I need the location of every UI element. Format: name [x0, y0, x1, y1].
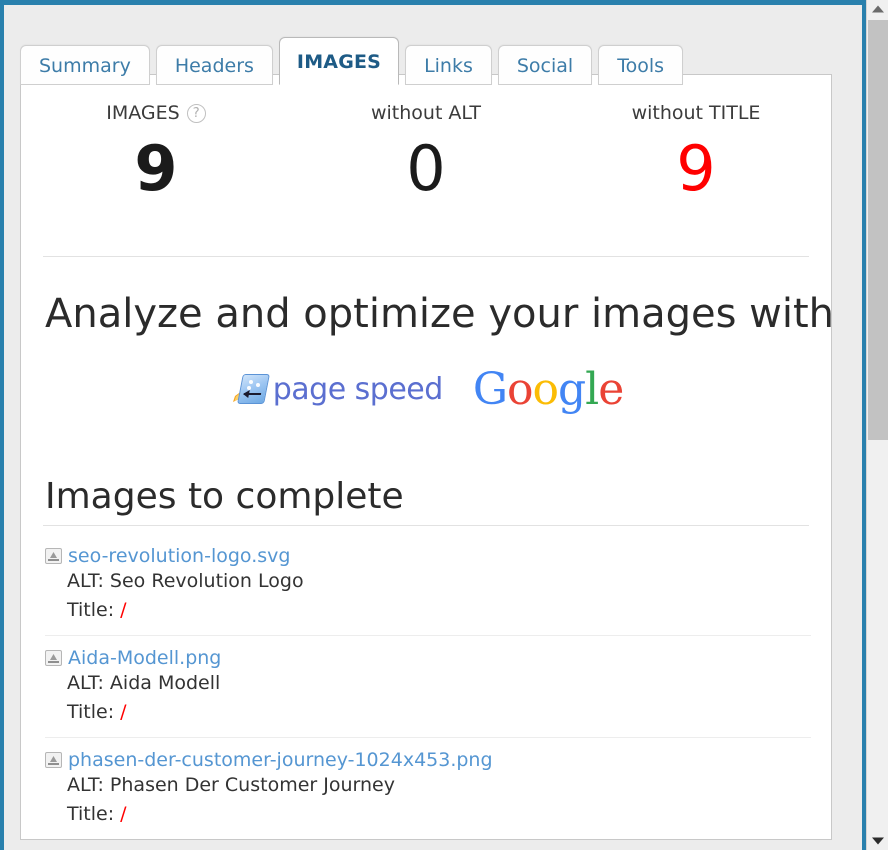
tab-tools-label: Tools — [617, 55, 665, 77]
promo-logos: page speed Google — [45, 367, 811, 413]
image-title-label: Title: — [67, 803, 115, 825]
stat-without-title-value: 9 — [676, 132, 716, 205]
triangle-up-icon — [871, 5, 884, 13]
google-letter-g1: G — [472, 364, 508, 415]
pagespeed-icon — [232, 373, 270, 407]
tab-social[interactable]: Social — [497, 45, 593, 85]
google-letter-e: e — [598, 364, 624, 415]
tab-headers[interactable]: Headers — [155, 45, 273, 85]
list-item: seo-revolution-logo.svg ALT: Seo Revolut… — [45, 534, 811, 636]
google-letter-o2: o — [532, 364, 558, 415]
image-title-label: Title: — [67, 701, 115, 723]
stat-images-label-wrap: IMAGES ? — [106, 101, 206, 125]
stat-without-alt: without ALT 0 — [291, 101, 561, 201]
image-file-link[interactable]: phasen-der-customer-journey-1024x453.png — [68, 749, 493, 771]
image-title-value: / — [120, 803, 127, 825]
stat-images-value: 9 — [134, 132, 178, 205]
stats-row: IMAGES ? 9 without ALT 0 without TITLE 9 — [21, 101, 831, 201]
images-tab-panel: IMAGES ? 9 without ALT 0 without TITLE 9… — [20, 74, 832, 840]
list-divider — [43, 525, 809, 526]
stat-without-title-label-wrap: without TITLE — [632, 101, 761, 125]
scroll-down-button[interactable] — [867, 832, 888, 850]
promo-heading: Analyze and optimize your images with — [45, 291, 832, 337]
list-item-filename-row: seo-revolution-logo.svg — [45, 545, 811, 567]
list-item: phasen-der-customer-journey-1024x453.png… — [45, 738, 811, 839]
scroll-thumb[interactable] — [868, 20, 888, 440]
stat-without-title-label: without TITLE — [631, 102, 761, 124]
image-title-value: / — [120, 701, 127, 723]
stat-images-label: IMAGES — [106, 102, 180, 124]
list-item-filename-row: Aida-Modell.png — [45, 647, 811, 669]
tab-images-label: IMAGES — [296, 51, 382, 73]
images-to-complete-heading: Images to complete — [45, 476, 404, 517]
image-list: seo-revolution-logo.svg ALT: Seo Revolut… — [45, 534, 811, 839]
broken-image-icon — [45, 752, 62, 768]
google-letter-g2: g — [557, 364, 586, 415]
tab-images[interactable]: IMAGES — [278, 37, 400, 85]
image-alt-text: ALT: Seo Revolution Logo — [67, 570, 304, 592]
stat-without-alt-label-wrap: without ALT — [371, 101, 481, 125]
list-item: Aida-Modell.png ALT: Aida Modell Title: … — [45, 636, 811, 738]
pagespeed-arrow — [243, 393, 261, 395]
pagespeed-sheet — [236, 374, 270, 404]
image-title-row: Title: / — [67, 800, 811, 829]
image-title-label: Title: — [67, 599, 115, 621]
stat-without-title: without TITLE 9 — [561, 101, 831, 201]
tab-summary-label: Summary — [39, 55, 131, 77]
pagespeed-link[interactable]: page speed — [232, 372, 444, 407]
tab-links[interactable]: Links — [405, 45, 492, 85]
pagespeed-wordmark: page speed — [272, 372, 444, 407]
app-frame: Summary Headers IMAGES Links Social Tool… — [0, 0, 888, 850]
section-divider — [43, 256, 809, 257]
help-icon[interactable]: ? — [186, 103, 206, 123]
google-logo[interactable]: Google — [472, 364, 624, 415]
tab-links-label: Links — [424, 55, 473, 77]
stat-images: IMAGES ? 9 — [21, 101, 291, 201]
image-title-row: Title: / — [67, 698, 811, 727]
broken-image-icon — [45, 650, 62, 666]
pagespeed-dot-2 — [255, 383, 260, 387]
tab-headers-label: Headers — [174, 55, 254, 77]
image-title-value: / — [120, 599, 127, 621]
tab-bar: Summary Headers IMAGES Links Social Tool… — [20, 27, 832, 85]
stat-without-alt-value: 0 — [406, 132, 446, 205]
vertical-scrollbar[interactable] — [866, 0, 888, 850]
tab-tools[interactable]: Tools — [598, 45, 684, 85]
image-file-link[interactable]: seo-revolution-logo.svg — [68, 545, 290, 567]
broken-image-icon — [45, 548, 62, 564]
list-item-filename-row: phasen-der-customer-journey-1024x453.png — [45, 749, 811, 771]
image-alt-text: ALT: Aida Modell — [67, 672, 221, 694]
triangle-down-icon — [871, 837, 884, 845]
google-letter-o1: o — [506, 364, 533, 415]
scroll-up-button[interactable] — [867, 0, 888, 18]
tab-summary[interactable]: Summary — [20, 45, 150, 85]
image-file-link[interactable]: Aida-Modell.png — [68, 647, 221, 669]
image-alt-text: ALT: Phasen Der Customer Journey — [67, 774, 395, 796]
tab-social-label: Social — [516, 55, 574, 77]
pagespeed-dot-1 — [248, 380, 253, 384]
stat-without-alt-label: without ALT — [370, 102, 482, 124]
google-letter-l: l — [585, 364, 599, 415]
image-title-row: Title: / — [67, 596, 811, 625]
